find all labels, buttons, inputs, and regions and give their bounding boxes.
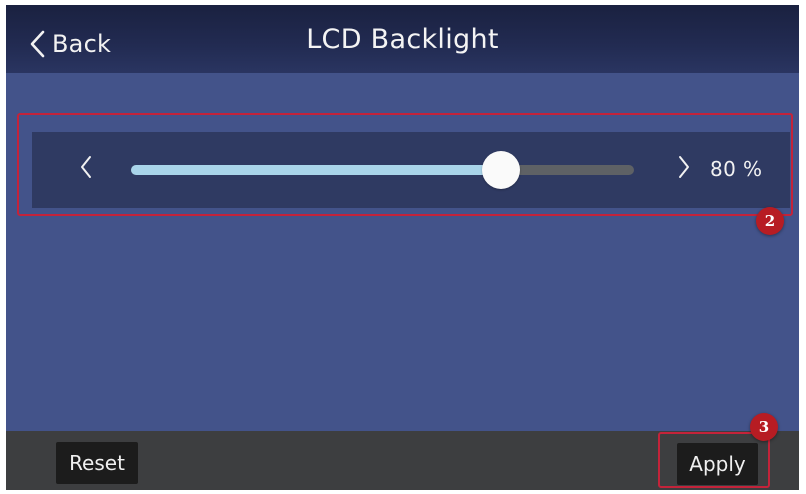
annotation-badge-3: 3 xyxy=(750,413,778,441)
annotation-badge-2: 2 xyxy=(756,207,784,235)
page-title: LCD Backlight xyxy=(306,24,499,55)
apply-highlight-box xyxy=(658,432,770,488)
title-bar: Back LCD Backlight xyxy=(6,5,799,73)
device-screen: Back LCD Backlight 80 % Reset Apply xyxy=(6,5,799,490)
reset-button[interactable]: Reset xyxy=(56,442,138,484)
slider-highlight-box xyxy=(17,113,793,216)
